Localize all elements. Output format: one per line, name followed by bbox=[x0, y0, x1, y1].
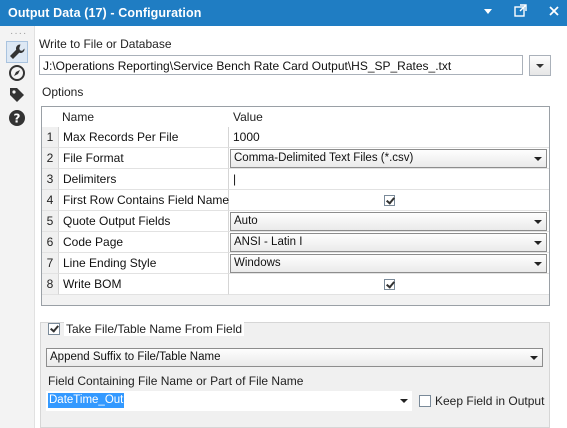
write-to-label: Write to File or Database bbox=[39, 37, 172, 51]
wrench-icon[interactable] bbox=[6, 41, 28, 63]
dropdown-value: Windows bbox=[234, 257, 281, 269]
write-bom-checkbox[interactable] bbox=[384, 279, 395, 290]
path-browse-button[interactable] bbox=[529, 55, 551, 76]
option-name: First Row Contains Field Names bbox=[59, 190, 235, 211]
dropdown-menu-icon[interactable] bbox=[478, 3, 498, 23]
max-records-input[interactable]: 1000 bbox=[229, 127, 549, 148]
chevron-down-icon bbox=[400, 399, 408, 403]
table-row[interactable]: 6 Code Page ANSI - Latin I bbox=[42, 232, 549, 253]
undock-icon[interactable] bbox=[510, 3, 530, 23]
row-number: 3 bbox=[42, 169, 59, 190]
code-page-dropdown[interactable]: ANSI - Latin I bbox=[230, 233, 547, 252]
option-name: Line Ending Style bbox=[59, 253, 229, 274]
dropdown-value: Auto bbox=[234, 215, 258, 227]
chevron-down-icon bbox=[534, 262, 542, 266]
row-number: 6 bbox=[42, 232, 59, 253]
column-header-value: Value bbox=[233, 110, 263, 124]
column-header-name: Name bbox=[62, 110, 95, 124]
configuration-panel: Write to File or Database J:\Operations … bbox=[34, 26, 567, 428]
row-number: 2 bbox=[42, 148, 59, 169]
options-grid: Name Value 1 Max Records Per File 1000 2… bbox=[41, 106, 550, 306]
field-name-combo[interactable]: DateTime_Out bbox=[46, 391, 412, 411]
line-ending-style-dropdown[interactable]: Windows bbox=[230, 254, 547, 273]
grid-header: Name Value bbox=[42, 107, 549, 128]
table-row[interactable]: 8 Write BOM bbox=[42, 274, 549, 295]
check-icon bbox=[386, 279, 395, 289]
table-row[interactable]: 2 File Format Comma-Delimited Text Files… bbox=[42, 148, 549, 169]
name-mode-dropdown[interactable]: Append Suffix to File/Table Name bbox=[46, 348, 543, 367]
row-number: 5 bbox=[42, 211, 59, 232]
help-icon[interactable]: ? bbox=[7, 108, 27, 128]
row-number: 4 bbox=[42, 190, 59, 211]
drag-handle[interactable]: ···· bbox=[10, 28, 27, 39]
option-name: Delimiters bbox=[59, 169, 229, 190]
close-icon[interactable] bbox=[544, 3, 564, 23]
title-bar: Output Data (17) - Configuration bbox=[0, 0, 567, 26]
chevron-down-icon bbox=[530, 356, 538, 360]
option-name: Write BOM bbox=[59, 274, 229, 295]
table-row[interactable]: 4 First Row Contains Field Names bbox=[42, 190, 549, 211]
row-number: 8 bbox=[42, 274, 59, 295]
keep-field-checkbox[interactable] bbox=[419, 395, 431, 407]
tag-icon[interactable] bbox=[7, 85, 27, 105]
dropdown-value: Append Suffix to File/Table Name bbox=[50, 351, 221, 363]
file-format-dropdown[interactable]: Comma-Delimited Text Files (*.csv) bbox=[230, 149, 547, 168]
row-number: 1 bbox=[42, 127, 59, 148]
left-toolbar: ···· ? bbox=[0, 26, 35, 428]
chevron-down-icon bbox=[536, 64, 544, 68]
option-name: Max Records Per File bbox=[59, 127, 229, 148]
chevron-down-icon bbox=[534, 220, 542, 224]
take-name-from-field-checkbox[interactable] bbox=[48, 323, 60, 335]
table-row[interactable]: 3 Delimiters | bbox=[42, 169, 549, 190]
row-number: 7 bbox=[42, 253, 59, 274]
check-icon bbox=[50, 323, 59, 333]
dropdown-value: ANSI - Latin I bbox=[234, 236, 303, 248]
chevron-down-icon bbox=[534, 241, 542, 245]
option-name: Quote Output Fields bbox=[59, 211, 229, 232]
option-name: Code Page bbox=[59, 232, 229, 253]
table-row[interactable]: 7 Line Ending Style Windows bbox=[42, 253, 549, 274]
first-row-field-names-checkbox[interactable] bbox=[384, 195, 395, 206]
table-row[interactable]: 1 Max Records Per File 1000 bbox=[42, 127, 549, 148]
field-label: Field Containing File Name or Part of Fi… bbox=[48, 374, 304, 388]
options-label: Options bbox=[42, 85, 84, 99]
output-path-input[interactable]: J:\Operations Reporting\Service Bench Ra… bbox=[39, 55, 523, 75]
svg-text:?: ? bbox=[14, 112, 21, 126]
option-name: File Format bbox=[59, 148, 229, 169]
check-icon bbox=[386, 195, 395, 205]
keep-field-label: Keep Field in Output bbox=[435, 394, 545, 408]
chevron-down-icon bbox=[534, 157, 542, 161]
take-name-label: Take File/Table Name From Field bbox=[64, 322, 245, 336]
quote-output-fields-dropdown[interactable]: Auto bbox=[230, 212, 547, 231]
table-row[interactable]: 5 Quote Output Fields Auto bbox=[42, 211, 549, 232]
field-name-value: DateTime_Out bbox=[48, 393, 125, 408]
compass-icon[interactable] bbox=[7, 63, 27, 83]
delimiters-input[interactable]: | bbox=[229, 169, 549, 190]
window-title: Output Data (17) - Configuration bbox=[8, 6, 202, 20]
dropdown-value: Comma-Delimited Text Files (*.csv) bbox=[234, 152, 414, 164]
